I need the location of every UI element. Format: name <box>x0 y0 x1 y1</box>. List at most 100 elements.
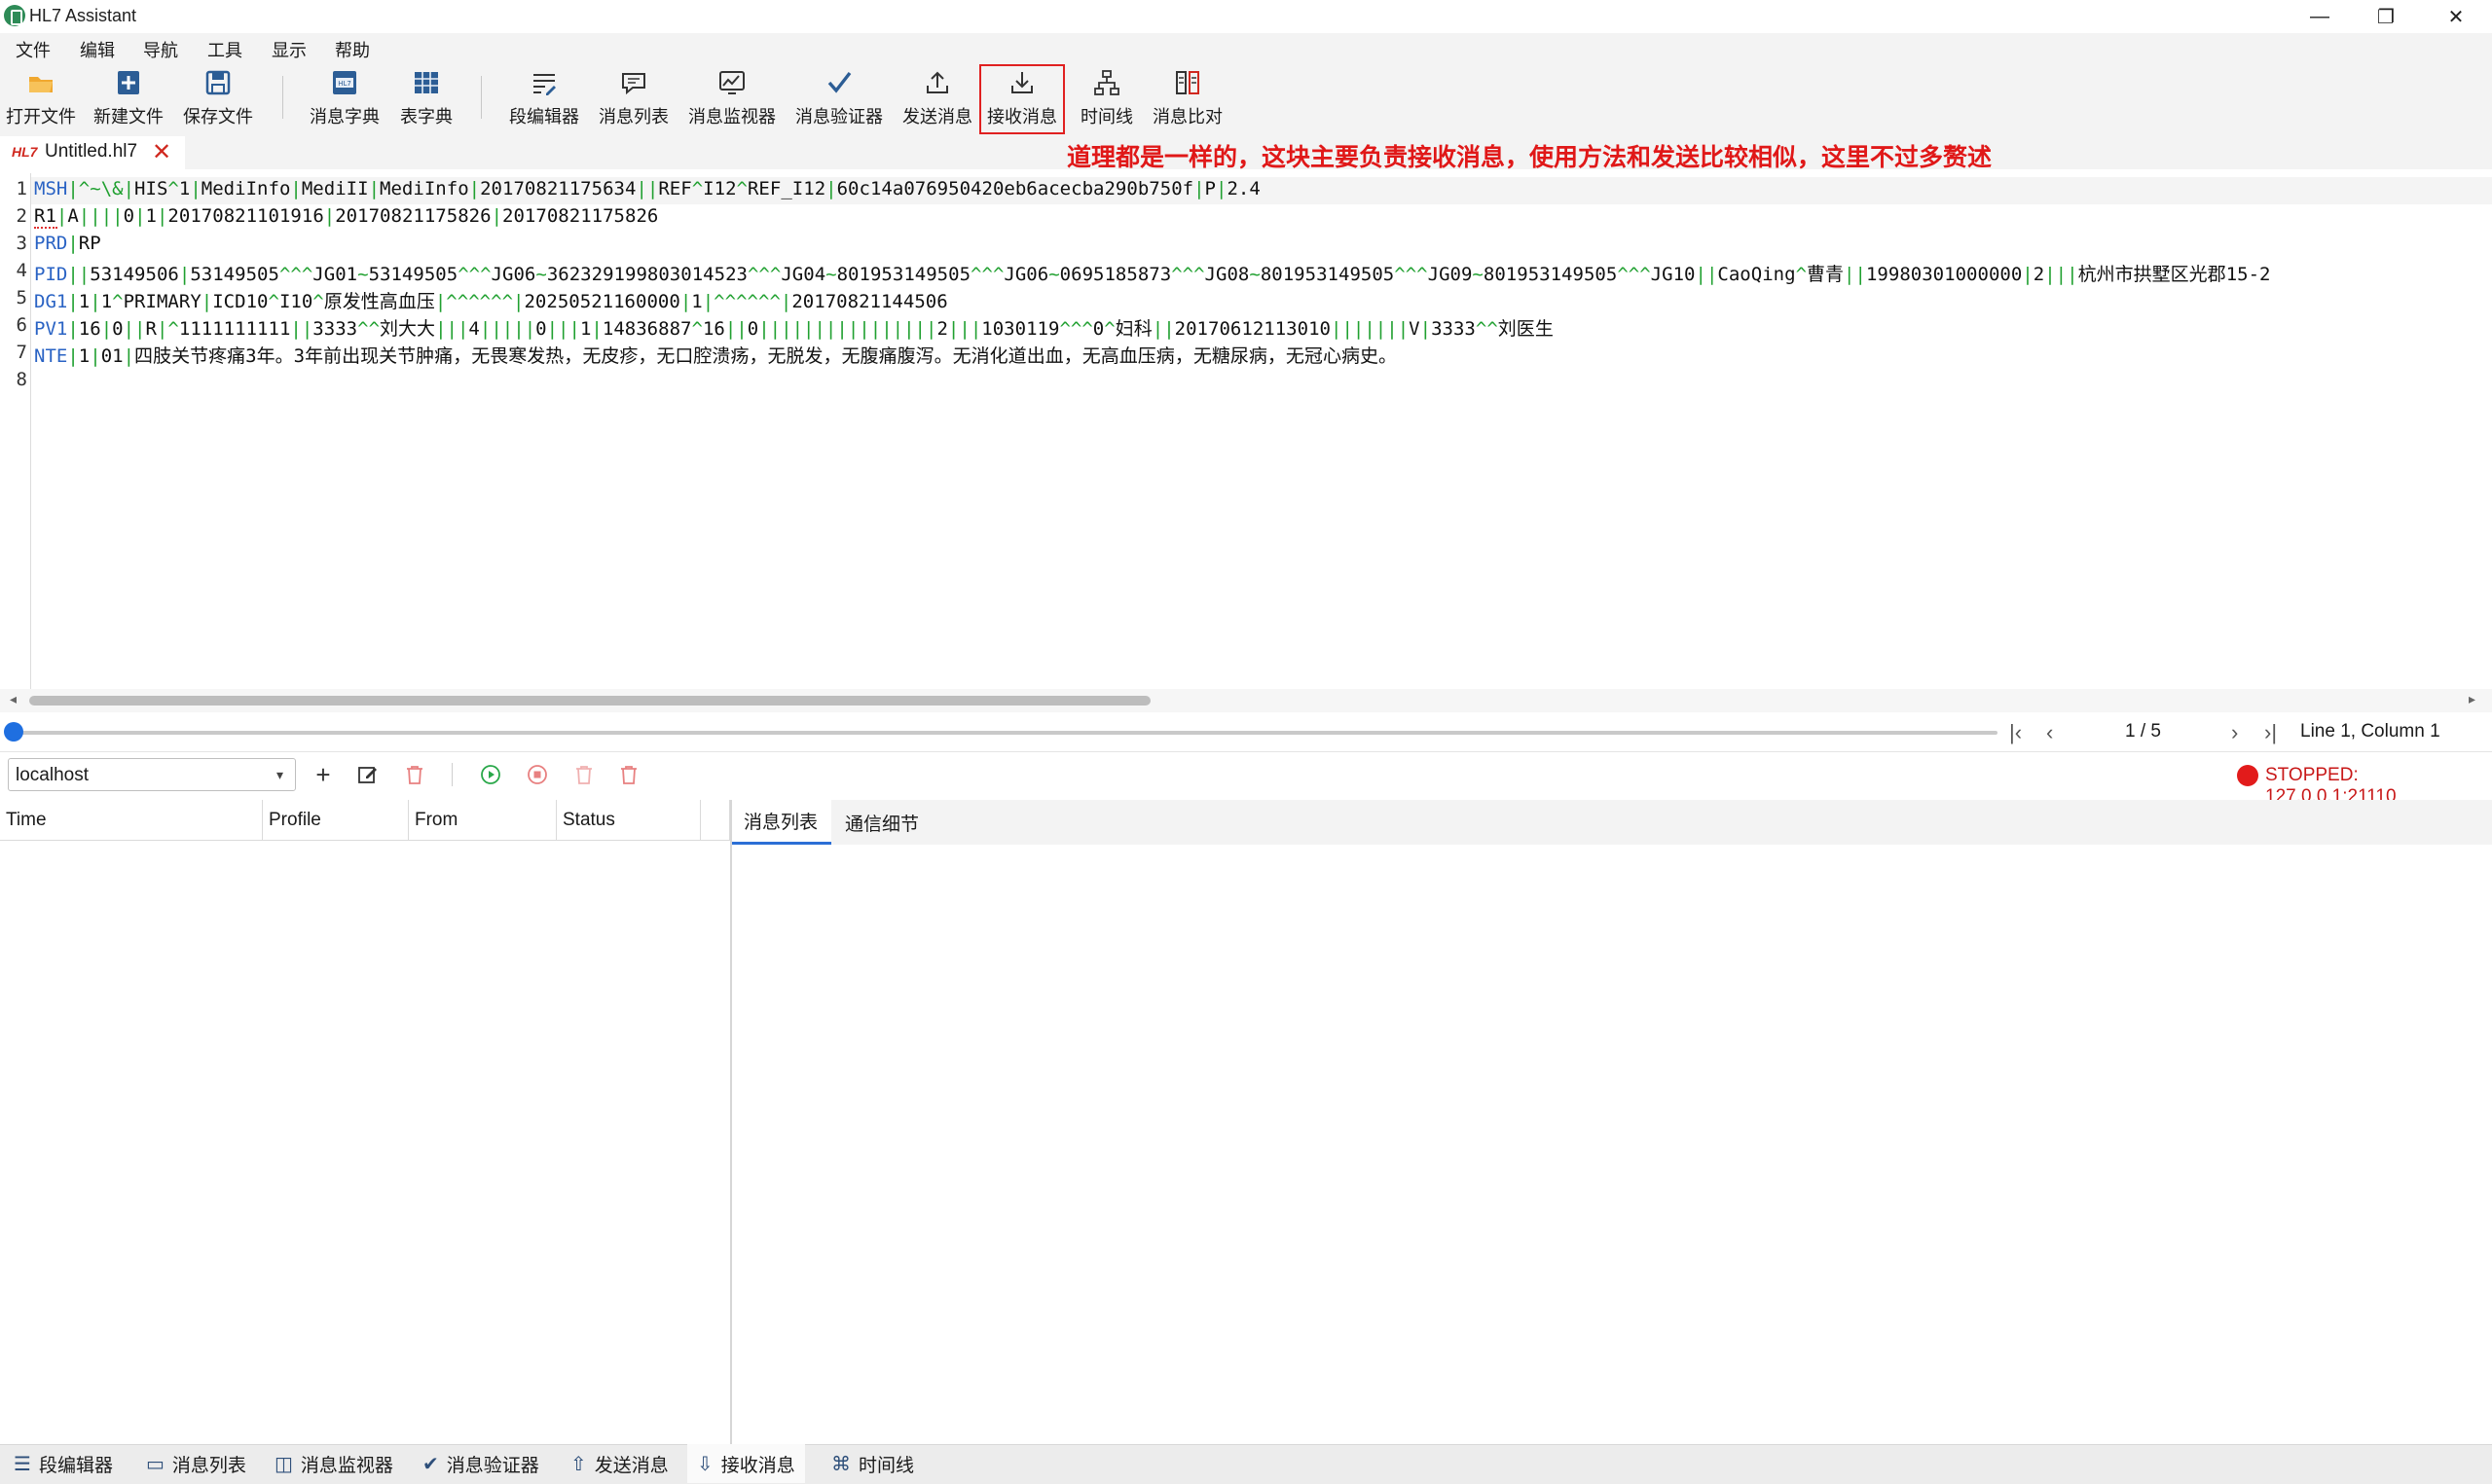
connection-select-value: localhost <box>16 765 89 785</box>
dock-message-list[interactable]: ▭ 消息列表 <box>136 1444 256 1483</box>
dock-timeline[interactable]: ⌘ 时间线 <box>822 1444 924 1483</box>
table-dictionary-button[interactable]: 表字典 <box>391 64 461 134</box>
tab-message-list[interactable]: 消息列表 <box>732 800 831 845</box>
dock-send-message[interactable]: ⇧ 发送消息 <box>561 1444 678 1483</box>
code-line[interactable]: R1|A||||0|1|20170821101916|2017082117582… <box>34 205 658 227</box>
monitor-chart-icon <box>719 71 745 94</box>
dock-message-validator[interactable]: ✔ 消息验证器 <box>413 1444 549 1483</box>
app-logo-icon <box>4 5 25 26</box>
save-icon <box>205 70 231 95</box>
download-icon: ⇩ <box>697 1453 714 1475</box>
trash-icon <box>407 766 422 784</box>
upload-icon <box>927 71 948 93</box>
code-line[interactable]: PRD|RP <box>34 233 101 254</box>
code-line[interactable]: PID||53149506|53149505^^^JG01~53149505^^… <box>34 260 2489 286</box>
chat-bubble-icon: ▭ <box>146 1453 165 1475</box>
send-message-button[interactable]: 发送消息 <box>899 64 975 134</box>
segment-fields: |1|1^PRIMARY|ICD10^I10^原发性高血压|^^^^^^|202… <box>67 291 948 312</box>
dock-receive-message[interactable]: ⇩ 接收消息 <box>687 1444 805 1483</box>
code-line[interactable]: NTE|1|01|四肢关节疼痛3年。3年前出现关节肿痛，无畏寒发热，无皮疹，无口… <box>34 342 1397 368</box>
scroll-left-icon[interactable]: ◂ <box>10 691 17 707</box>
code-line[interactable]: MSH|^~\&|HIS^1|MediInfo|MediII|MediInfo|… <box>34 178 1261 199</box>
message-monitor-button[interactable]: 消息监视器 <box>685 64 779 134</box>
next-page-icon[interactable]: › <box>2231 720 2238 745</box>
segment-id: PV1 <box>34 318 68 340</box>
segment-id: PID <box>34 264 68 285</box>
hl7-dictionary-icon: HL7 <box>333 71 356 94</box>
code-editor[interactable] <box>0 173 2492 689</box>
message-dictionary-button[interactable]: HL7 消息字典 <box>308 64 382 134</box>
dock-label: 消息列表 <box>171 1455 246 1476</box>
column-header-from[interactable]: From <box>409 800 557 841</box>
segment-fields: ||53149506|53149505^^^JG01~53149505^^^JG… <box>67 264 2271 285</box>
start-server-button[interactable] <box>475 759 506 790</box>
tab-communication-details[interactable]: 通信细节 <box>833 800 940 845</box>
new-file-button[interactable]: 新建文件 <box>92 64 165 134</box>
message-validator-button[interactable]: 消息验证器 <box>792 64 886 134</box>
line-number: 1 <box>16 178 27 199</box>
save-file-button[interactable]: 保存文件 <box>181 64 255 134</box>
segment-editor-icon <box>533 74 556 95</box>
scroll-right-icon[interactable]: ▸ <box>2469 691 2475 707</box>
new-file-icon <box>118 71 139 94</box>
menu-tools[interactable]: 工具 <box>207 37 242 62</box>
add-connection-button[interactable]: + <box>308 759 339 790</box>
scrollbar-thumb[interactable] <box>29 696 1151 706</box>
line-number: 5 <box>16 287 27 308</box>
close-window-button[interactable]: ✕ <box>2424 0 2488 33</box>
segment-fields: |1|01|四肢关节疼痛3年。3年前出现关节肿痛，无畏寒发热，无皮疹，无口腔溃疡… <box>67 345 1397 367</box>
line-number: 6 <box>16 314 27 336</box>
dock-segment-editor[interactable]: ☰ 段编辑器 <box>4 1444 123 1483</box>
prev-page-icon[interactable]: ‹ <box>2046 720 2053 745</box>
edit-connection-button[interactable] <box>352 759 384 790</box>
minimize-button[interactable]: — <box>2288 0 2352 33</box>
menu-edit[interactable]: 编辑 <box>80 37 115 62</box>
segment-id: NTE <box>34 345 68 367</box>
message-compare-label: 消息比对 <box>1153 107 1223 127</box>
code-line[interactable]: DG1|1|1^PRIMARY|ICD10^I10^原发性高血压|^^^^^^|… <box>34 287 948 313</box>
segment-fields: |^~\&|HIS^1|MediInfo|MediII|MediInfo|201… <box>67 178 1261 199</box>
new-file-label: 新建文件 <box>93 107 164 127</box>
menu-bar <box>0 33 2492 62</box>
menu-file[interactable]: 文件 <box>16 37 51 62</box>
delete-connection-button[interactable] <box>399 759 430 790</box>
segment-editor-button[interactable]: 段编辑器 <box>506 64 582 134</box>
status-indicator-icon <box>2237 765 2258 786</box>
message-list-button[interactable]: 消息列表 <box>596 64 672 134</box>
message-slider-track[interactable] <box>12 731 1997 735</box>
menu-view[interactable]: 显示 <box>272 37 307 62</box>
restore-button[interactable]: ❐ <box>2354 0 2418 33</box>
segment-id: MSH <box>34 178 68 199</box>
segment-id: PRD <box>34 233 68 254</box>
segment-id: DG1 <box>34 291 68 312</box>
checkmark-icon <box>827 71 852 93</box>
stop-icon <box>528 765 547 784</box>
column-header-status[interactable]: Status <box>557 800 701 841</box>
message-detail-pane <box>732 800 2492 1444</box>
last-page-icon[interactable]: ›| <box>2264 720 2277 745</box>
dock-label: 段编辑器 <box>38 1455 113 1476</box>
message-compare-button[interactable]: 消息比对 <box>1149 64 1227 134</box>
line-number: 8 <box>16 369 27 390</box>
column-header-time[interactable]: Time <box>0 800 263 841</box>
timeline-button[interactable]: 时间线 <box>1069 64 1145 134</box>
dock-message-monitor[interactable]: ◫ 消息监视器 <box>265 1444 403 1483</box>
gutter-divider <box>30 173 31 689</box>
edit-icon <box>358 767 377 783</box>
message-dictionary-label: 消息字典 <box>310 107 380 127</box>
menu-help[interactable]: 帮助 <box>335 37 370 62</box>
upload-icon: ⇧ <box>570 1453 587 1475</box>
column-header-profile[interactable]: Profile <box>263 800 409 841</box>
clear-log-button[interactable] <box>568 759 600 790</box>
send-message-label: 发送消息 <box>902 107 972 127</box>
code-line[interactable]: PV1|16|0||R|^1111111111||3333^^刘大大|||4||… <box>34 314 1554 341</box>
first-page-icon[interactable]: |‹ <box>2009 720 2022 745</box>
segment-editor-label: 段编辑器 <box>509 107 579 127</box>
clear-all-button[interactable] <box>613 759 644 790</box>
message-slider-handle[interactable] <box>4 722 23 742</box>
menu-navigate[interactable]: 导航 <box>143 37 178 62</box>
stop-server-button[interactable] <box>522 759 553 790</box>
tab-close-icon[interactable]: ✕ <box>152 138 171 166</box>
chevron-down-icon[interactable]: ▾ <box>276 767 283 783</box>
open-file-button[interactable]: 打开文件 <box>4 64 78 134</box>
